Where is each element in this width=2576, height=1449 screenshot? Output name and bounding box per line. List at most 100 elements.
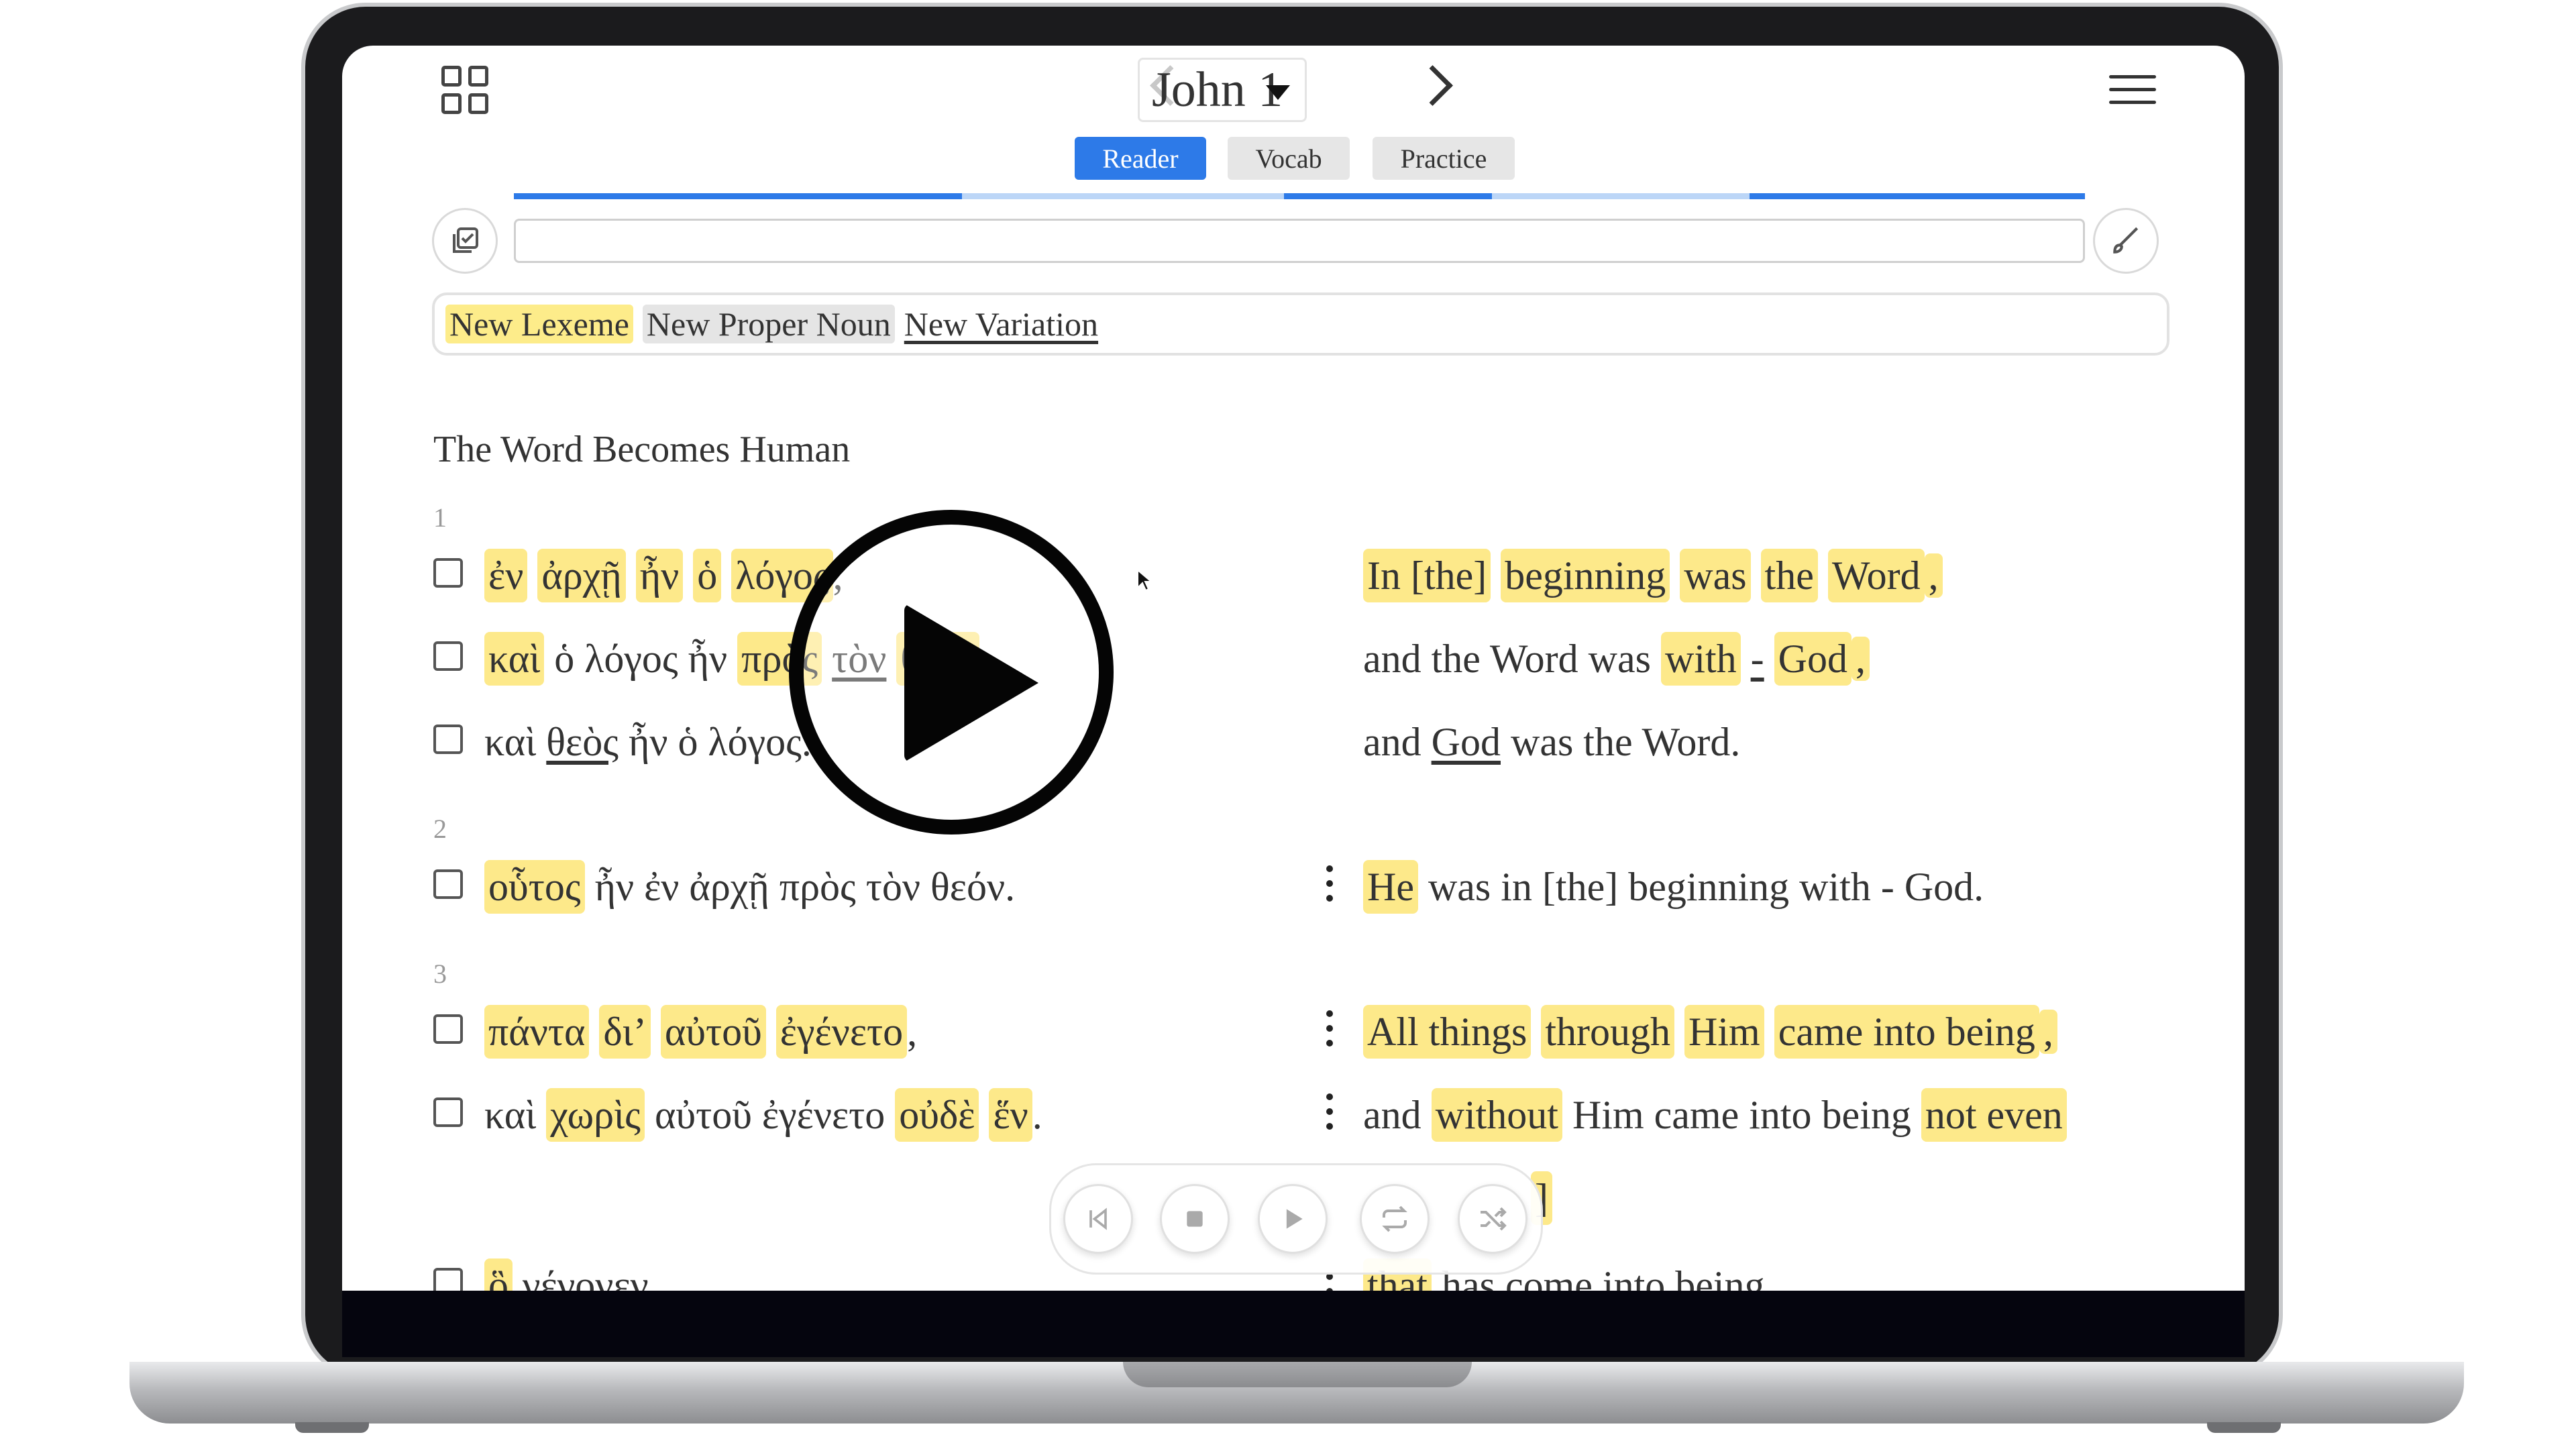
shuffle-button[interactable] xyxy=(1458,1184,1527,1254)
legend-new-lexeme: New Lexeme xyxy=(445,305,633,343)
laptop-foot-left xyxy=(295,1422,369,1433)
tab-reader[interactable]: Reader xyxy=(1075,137,1206,180)
stop-button[interactable] xyxy=(1160,1184,1230,1254)
progress-segment xyxy=(514,193,962,199)
line-checkbox[interactable] xyxy=(433,1097,463,1127)
greek-word[interactable]: οὗτος xyxy=(484,860,585,914)
more-options-icon[interactable] xyxy=(1326,1273,1333,1291)
previous-button[interactable] xyxy=(1063,1184,1133,1254)
english-word[interactable]: God xyxy=(1774,632,1851,686)
greek-word[interactable]: αὐτοῦ xyxy=(660,1005,766,1059)
english-word[interactable]: the Word was xyxy=(1432,632,1651,686)
more-options-icon[interactable] xyxy=(1326,865,1333,910)
greek-word[interactable]: ἦν ὁ λόγος. xyxy=(629,715,812,769)
repeat-icon xyxy=(1382,1205,1407,1232)
chapter-selector[interactable]: John 1 xyxy=(1138,58,1307,122)
select-all-button[interactable] xyxy=(432,208,498,274)
apps-grid-icon[interactable] xyxy=(441,66,490,114)
cursor-icon xyxy=(1137,569,1151,592)
english-word[interactable]: was the Word. xyxy=(1511,715,1740,769)
greek-word[interactable]: αὐτοῦ ἐγένετο xyxy=(655,1088,885,1142)
greek-line: καὶ θεὸς ἦν ὁ λόγος. xyxy=(484,715,812,769)
highlight-legend: New Lexeme New Proper Noun New Variation xyxy=(432,292,2169,356)
english-word[interactable]: beginning xyxy=(1501,549,1670,602)
skip-back-icon xyxy=(1089,1208,1107,1230)
english-word[interactable]: Him came into being xyxy=(1572,1088,1911,1142)
copy-check-icon xyxy=(453,227,478,253)
line-checkbox[interactable] xyxy=(433,724,463,754)
english-word[interactable]: through xyxy=(1541,1005,1675,1059)
greek-word[interactable]: ὃ xyxy=(484,1258,513,1291)
english-word[interactable]: God xyxy=(1432,715,1501,769)
english-word[interactable]: was in [the] beginning with - God. xyxy=(1428,860,1984,914)
tab-practice[interactable]: Practice xyxy=(1373,137,1515,180)
greek-word[interactable]: ἕν xyxy=(989,1088,1032,1142)
app-screen: John 1 Reader Vocab Practice New Lexeme … xyxy=(342,46,2245,1291)
english-word[interactable]: with xyxy=(1660,632,1741,686)
english-word[interactable]: and xyxy=(1363,1088,1421,1142)
english-word[interactable]: Him xyxy=(1684,1005,1764,1059)
progress-segment xyxy=(1750,193,2085,199)
english-word[interactable]: came into being xyxy=(1774,1005,2039,1059)
greek-word[interactable]: ἦν xyxy=(635,549,684,602)
greek-word[interactable]: γέγονεν. xyxy=(523,1258,659,1291)
english-line: and the Word was with - God, xyxy=(1363,632,1870,686)
brush-button[interactable] xyxy=(2093,208,2159,274)
greek-word[interactable]: ἀρχῇ xyxy=(537,549,626,602)
menu-icon[interactable] xyxy=(2109,75,2156,113)
greek-word[interactable]: χωρὶς xyxy=(546,1088,645,1142)
english-word[interactable]: In [the] xyxy=(1363,549,1491,602)
line-checkbox[interactable] xyxy=(433,869,463,899)
pen-icon xyxy=(2113,227,2139,254)
greek-word[interactable]: οὐδὲ xyxy=(895,1088,979,1142)
line-checkbox[interactable] xyxy=(433,641,463,671)
greek-word[interactable]: καὶ xyxy=(484,715,536,769)
english-word[interactable]: Word xyxy=(1827,549,1925,602)
laptop-foot-right xyxy=(2207,1422,2281,1433)
english-word[interactable]: and xyxy=(1363,632,1421,686)
chapter-label: John 1 xyxy=(1152,62,1283,117)
greek-line: οὗτος ἦν ἐν ἀρχῇ πρὸς τὸν θεόν. xyxy=(484,860,1015,914)
english-word[interactable]: was xyxy=(1680,549,1751,602)
punctuation: , xyxy=(1851,637,1870,681)
search-input[interactable] xyxy=(514,219,2085,263)
english-word[interactable]: and xyxy=(1363,715,1421,769)
next-chapter-icon[interactable] xyxy=(1412,65,1453,106)
punctuation: , xyxy=(907,1010,918,1054)
more-options-icon[interactable] xyxy=(1326,1010,1333,1055)
english-word[interactable]: All things xyxy=(1363,1005,1532,1059)
greek-word[interactable]: ὁ λόγος ἦν xyxy=(554,632,727,686)
verse-number: 2 xyxy=(433,814,447,844)
verse-number: 3 xyxy=(433,959,447,989)
legend-new-proper-noun: New Proper Noun xyxy=(642,305,895,343)
legend-new-variation: New Variation xyxy=(904,305,1099,343)
video-play-overlay[interactable] xyxy=(789,510,1114,835)
greek-word[interactable]: δι’ xyxy=(599,1005,651,1059)
english-word[interactable]: not even xyxy=(1921,1088,2067,1142)
line-checkbox[interactable] xyxy=(433,1014,463,1044)
section-title: The Word Becomes Human xyxy=(433,429,851,470)
line-checkbox[interactable] xyxy=(433,558,463,588)
english-word[interactable]: without xyxy=(1431,1088,1562,1142)
greek-word[interactable]: πάντα xyxy=(484,1005,590,1059)
english-word[interactable]: the xyxy=(1760,549,1818,602)
greek-word[interactable]: ἦν ἐν ἀρχῇ πρὸς τὸν θεόν. xyxy=(595,860,1016,914)
tab-vocab[interactable]: Vocab xyxy=(1228,137,1350,180)
repeat-button[interactable] xyxy=(1360,1184,1430,1254)
greek-word[interactable]: καὶ xyxy=(484,1088,536,1142)
greek-word[interactable]: ὁ xyxy=(693,549,722,602)
punctuation: , xyxy=(2039,1010,2057,1054)
english-word[interactable]: He xyxy=(1363,860,1418,914)
punctuation: , xyxy=(1924,553,1943,598)
greek-word[interactable]: ἐν xyxy=(484,549,528,602)
greek-word[interactable]: καὶ xyxy=(484,632,545,686)
english-line: All things through Him came into being, xyxy=(1363,1005,2057,1059)
greek-word[interactable]: ἐγένετο xyxy=(775,1005,908,1059)
line-checkbox[interactable] xyxy=(433,1268,463,1291)
english-word[interactable]: - xyxy=(1751,632,1764,686)
greek-line: ὃ γέγονεν. xyxy=(484,1258,659,1291)
more-options-icon[interactable] xyxy=(1326,1093,1333,1138)
play-button[interactable] xyxy=(1258,1184,1328,1254)
greek-line: πάντα δι’ αὐτοῦ ἐγένετο, xyxy=(484,1005,917,1059)
greek-word[interactable]: θεὸς xyxy=(546,715,619,769)
